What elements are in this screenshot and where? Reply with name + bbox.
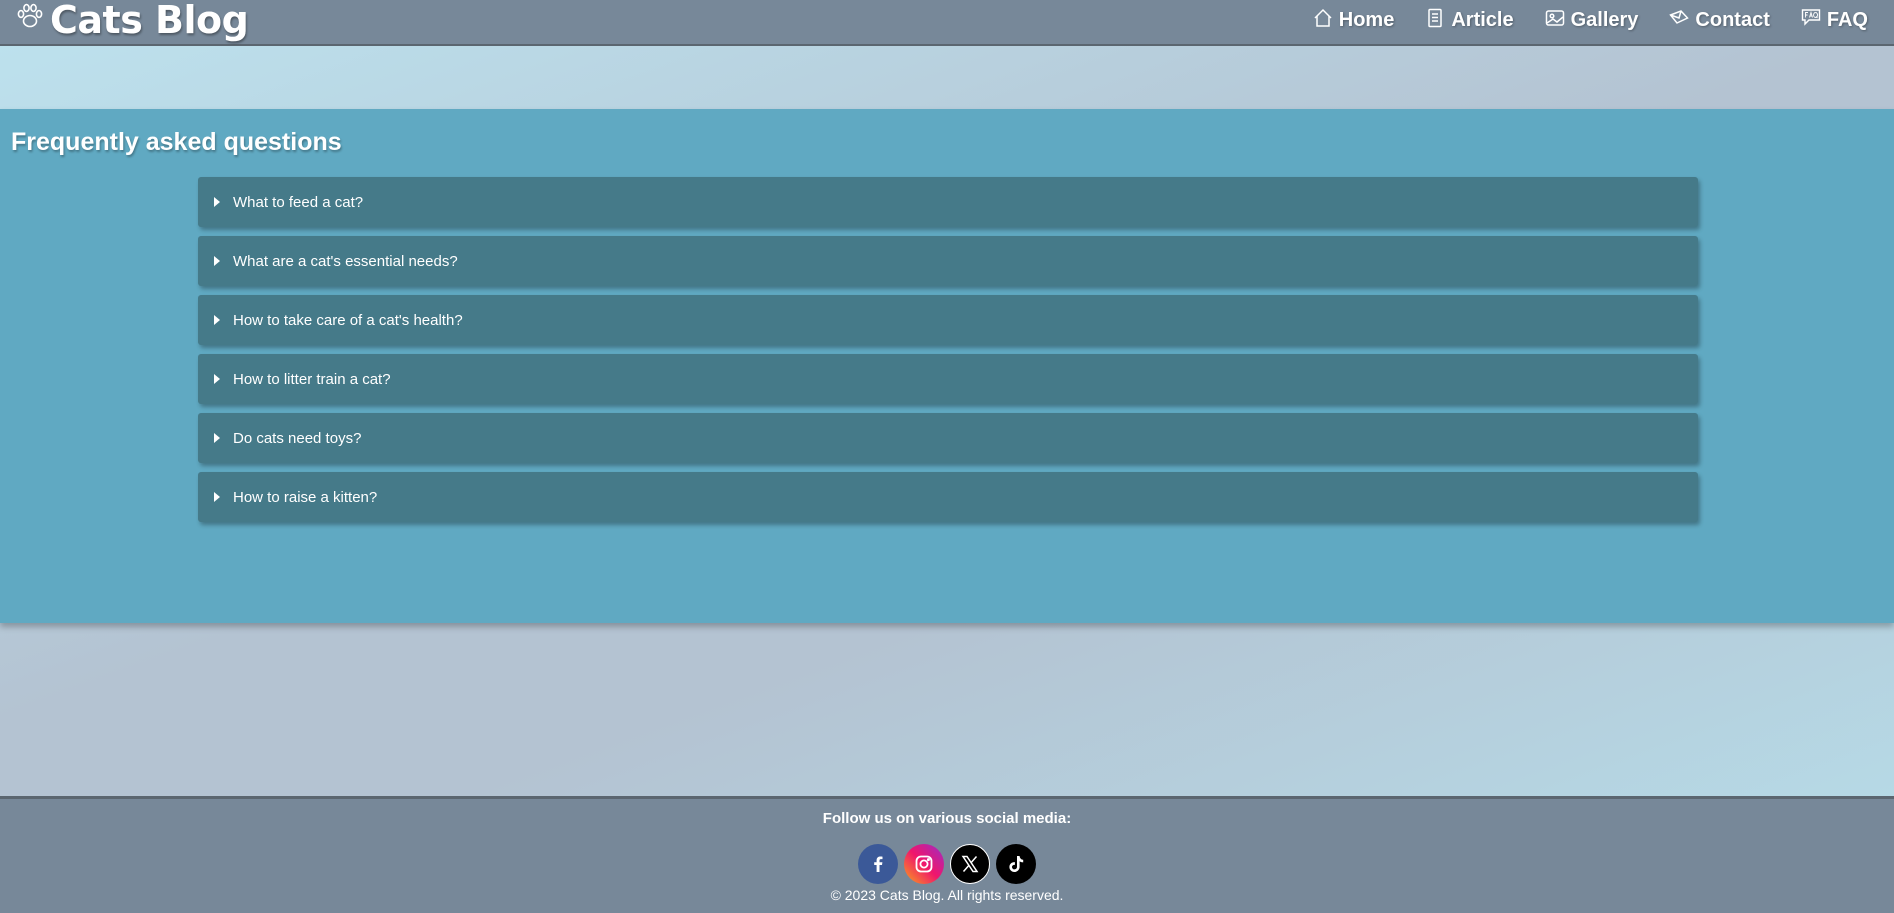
follow-text: Follow us on various social media: <box>822 810 1072 827</box>
instagram-link[interactable] <box>904 844 944 884</box>
instagram-icon <box>915 855 933 873</box>
nav-home-label: Home <box>1338 8 1395 31</box>
faq-item-litter[interactable]: How to litter train a cat? <box>198 354 1698 404</box>
x-icon <box>961 855 979 873</box>
faq-question: How to raise a kitten? <box>233 488 378 506</box>
caret-right-icon <box>214 197 220 207</box>
social-links <box>0 844 1894 884</box>
faq-section: Frequently asked questions What to feed … <box>0 109 1894 623</box>
faq-question: How to litter train a cat? <box>233 370 391 388</box>
faq-question: What to feed a cat? <box>233 193 364 211</box>
paw-icon <box>17 3 43 28</box>
faq-item-feed[interactable]: What to feed a cat? <box>198 177 1698 227</box>
faq-list: What to feed a cat? What are a cat's ess… <box>198 177 1698 531</box>
faq-icon <box>1801 9 1821 26</box>
tiktok-link[interactable] <box>996 844 1036 884</box>
x-link[interactable] <box>950 844 990 884</box>
caret-right-icon <box>214 315 220 325</box>
nav-article-label: Article <box>1451 8 1514 31</box>
faq-item-needs[interactable]: What are a cat's essential needs? <box>198 236 1698 286</box>
facebook-link[interactable] <box>858 844 898 884</box>
tiktok-icon <box>1009 856 1024 872</box>
faq-question: Do cats need toys? <box>233 429 362 447</box>
faq-item-kitten[interactable]: How to raise a kitten? <box>198 472 1698 522</box>
copyright-text: © 2023 Cats Blog. All rights reserved. <box>830 887 1064 903</box>
main-nav: Home Article Gallery Contact FAQ <box>1312 9 1880 32</box>
facebook-icon <box>874 856 883 872</box>
faq-title: Frequently asked questions <box>11 128 342 156</box>
article-icon <box>1428 8 1443 28</box>
nav-home[interactable]: Home <box>1312 8 1395 32</box>
caret-right-icon <box>214 256 220 266</box>
home-icon <box>1314 8 1332 27</box>
nav-faq-label: FAQ <box>1826 8 1868 31</box>
caret-right-icon <box>214 433 220 443</box>
faq-item-toys[interactable]: Do cats need toys? <box>198 413 1698 463</box>
faq-item-health[interactable]: How to take care of a cat's health? <box>198 295 1698 345</box>
contact-icon <box>1669 10 1690 24</box>
brand[interactable]: Cats Blog <box>14 1 249 39</box>
faq-question: How to take care of a cat's health? <box>233 311 463 329</box>
nav-article[interactable]: Article <box>1424 8 1514 32</box>
caret-right-icon <box>214 492 220 502</box>
nav-gallery-label: Gallery <box>1570 8 1639 31</box>
gallery-icon <box>1545 10 1564 26</box>
brand-title: Cats Blog <box>50 0 249 42</box>
faq-question: What are a cat's essential needs? <box>233 252 458 270</box>
nav-contact-label: Contact <box>1695 8 1770 31</box>
caret-right-icon <box>214 374 220 384</box>
nav-contact[interactable]: Contact <box>1668 8 1770 32</box>
site-header: Cats Blog Home Article Gallery Contact F… <box>0 0 1894 46</box>
site-footer: Follow us on various social media: © 202… <box>0 796 1894 913</box>
nav-faq[interactable]: FAQ <box>1800 9 1868 32</box>
nav-gallery[interactable]: Gallery <box>1544 8 1639 32</box>
